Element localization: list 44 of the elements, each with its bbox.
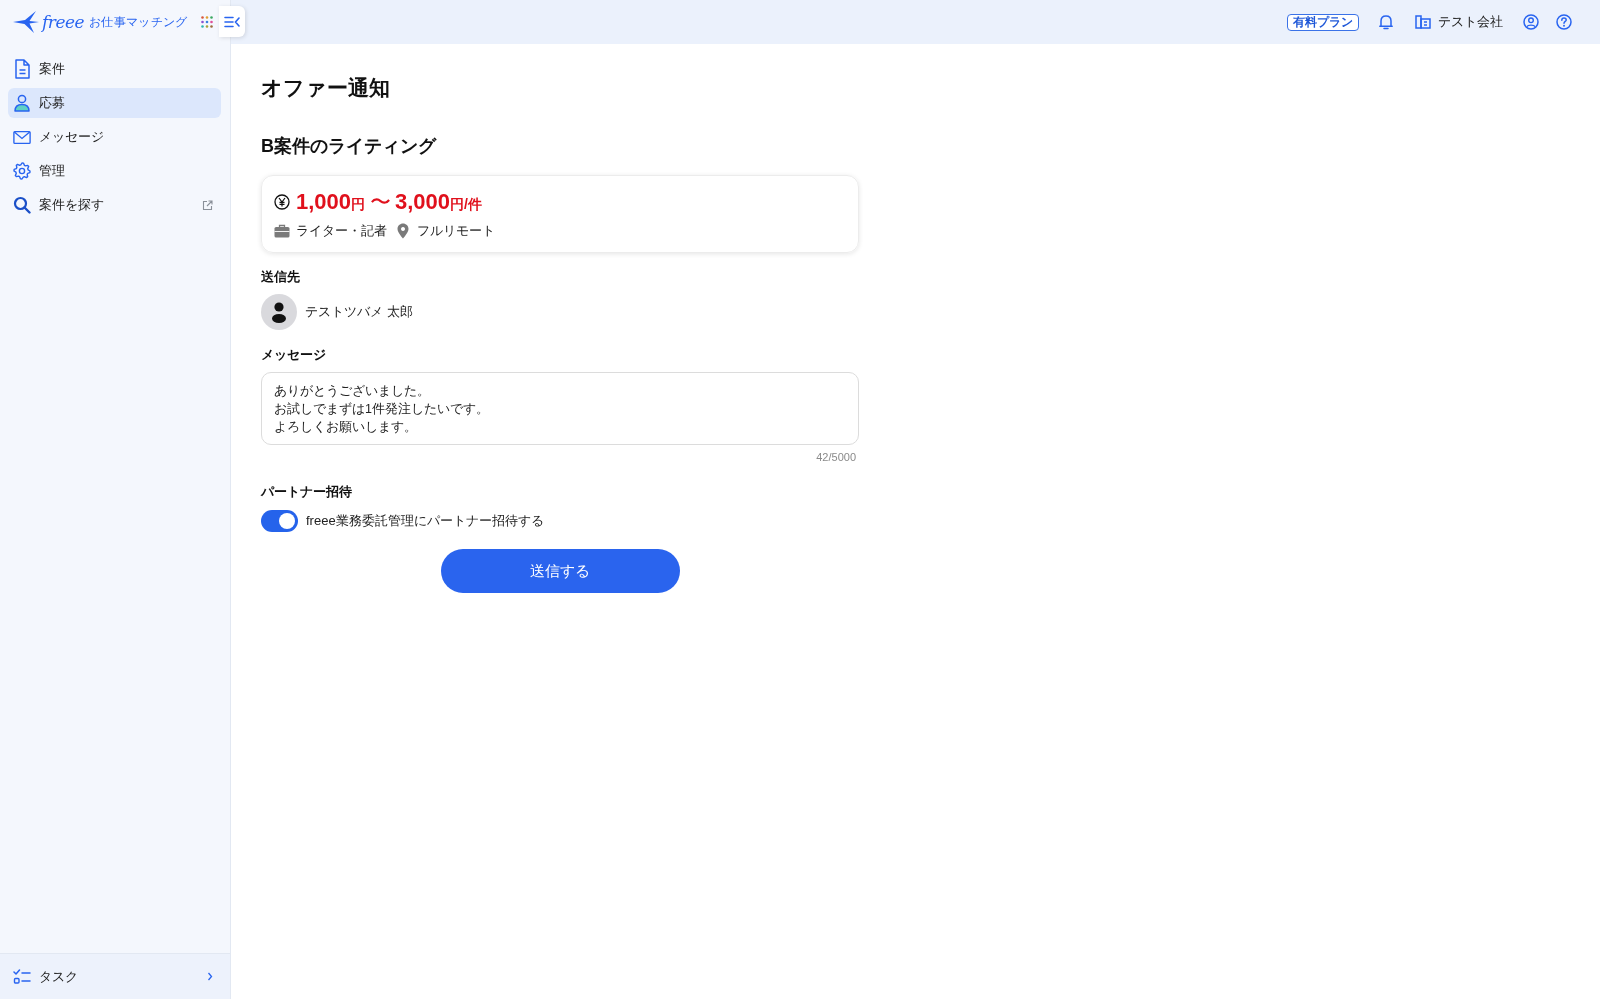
toggle-switch[interactable]	[261, 510, 298, 532]
plan-badge: 有料プラン	[1287, 13, 1359, 31]
character-counter: 42/5000	[816, 450, 856, 464]
message-field[interactable]: ありがとうございました。 お試しでまずは1件発注したいです。 よろしくお願いします。	[261, 372, 859, 445]
person-icon	[13, 94, 31, 112]
document-icon	[13, 59, 31, 79]
page-title: オファー通知	[261, 75, 390, 101]
logo-wordmark: freee	[42, 12, 86, 32]
app-grid-icon[interactable]	[200, 16, 213, 28]
company-switcher[interactable]: テスト会社	[1411, 13, 1507, 31]
briefcase-icon	[274, 224, 290, 238]
message-label: メッセージ	[261, 347, 326, 364]
sidebar-item[interactable]: 応募	[8, 88, 221, 118]
product-name: お仕事マッチング	[89, 13, 188, 31]
job-title: B案件のライティング	[261, 135, 436, 158]
sidebar-item[interactable]: 案件を探す	[8, 190, 221, 220]
building-icon	[1415, 15, 1431, 29]
notification-bell-icon[interactable]	[1379, 14, 1393, 30]
price-range: 1,000円 〜 3,000円/件	[296, 188, 482, 216]
help-icon[interactable]	[1556, 14, 1572, 30]
envelope-icon	[13, 129, 31, 145]
chevron-right-icon	[207, 972, 213, 981]
submit-button[interactable]: 送信する	[440, 549, 680, 593]
account-icon[interactable]	[1523, 14, 1539, 30]
job-category: ライター・記者	[296, 222, 387, 240]
checklist-icon	[13, 968, 31, 985]
yen-coin-icon	[274, 194, 290, 210]
collapse-sidebar-button[interactable]	[219, 6, 245, 37]
sidebar-item[interactable]: 管理	[8, 156, 221, 186]
message-text-line: お試しでまずは1件発注したいです。	[274, 401, 489, 418]
settings-gear-icon	[13, 162, 31, 180]
sidebar-item[interactable]: 案件	[8, 54, 221, 84]
user-avatar-icon	[261, 294, 297, 330]
sidebar-item[interactable]: メッセージ	[8, 122, 221, 152]
partner-invite-label: パートナー招待	[261, 484, 352, 501]
search-icon	[13, 196, 31, 214]
toggle-label: freee業務委託管理にパートナー招待する	[306, 512, 544, 530]
map-pin-icon	[397, 223, 409, 239]
collapse-icon	[224, 15, 240, 28]
recipient-label: 送信先	[261, 269, 300, 286]
message-text-line: ありがとうございました。	[274, 383, 430, 400]
recipient-name: テストツバメ 太郎	[305, 303, 413, 321]
job-location: フルリモート	[417, 222, 495, 240]
message-text-line: よろしくお願いします。	[274, 419, 417, 436]
